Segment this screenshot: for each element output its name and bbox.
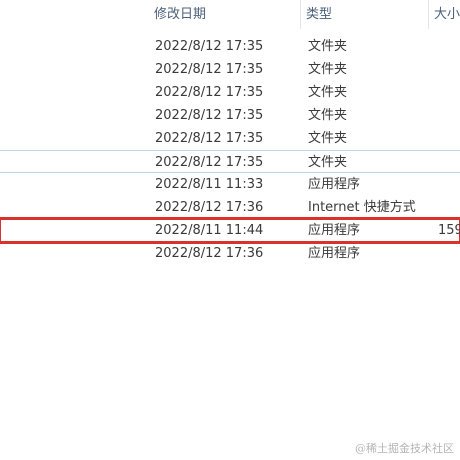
file-type: 文件夹	[308, 62, 348, 77]
file-explorer-details-view: 修改日期 类型 大小 2022/8/12 17:35 文件夹 2022/8/12…	[0, 0, 460, 460]
file-row-focused[interactable]: 2022/8/12 17:35 文件夹	[0, 150, 460, 173]
file-type: 文件夹	[308, 131, 348, 146]
file-row[interactable]: 2022/8/12 17:36 应用程序	[0, 242, 460, 265]
modified-date: 2022/8/12 17:35	[155, 131, 264, 146]
file-row[interactable]: 2022/8/12 17:35 文件夹	[0, 58, 460, 81]
file-type: 应用程序	[308, 177, 361, 192]
modified-date: 2022/8/12 17:35	[155, 39, 264, 54]
modified-date: 2022/8/12 17:35	[155, 85, 264, 100]
file-type: 文件夹	[308, 39, 348, 54]
file-row[interactable]: 2022/8/12 17:35 文件夹	[0, 81, 460, 104]
file-row[interactable]: 2022/8/12 17:35 文件夹	[0, 127, 460, 150]
modified-date: 2022/8/12 17:35	[155, 108, 264, 123]
modified-date: 2022/8/12 17:35	[155, 155, 264, 170]
column-header-modified[interactable]: 修改日期	[148, 0, 300, 29]
watermark: @稀土掘金技术社区	[355, 442, 454, 455]
file-type: 文件夹	[308, 155, 348, 170]
file-row[interactable]: 2022/8/11 11:33 应用程序	[0, 173, 460, 196]
file-type: 文件夹	[308, 108, 348, 123]
modified-date: 2022/8/11 11:33	[155, 177, 264, 192]
file-list: 2022/8/12 17:35 文件夹 2022/8/12 17:35 文件夹 …	[0, 35, 460, 265]
file-row-highlighted[interactable]: 2022/8/11 11:44 应用程序 159	[0, 217, 460, 244]
file-type: 应用程序	[308, 246, 361, 261]
column-header-type[interactable]: 类型	[300, 0, 428, 29]
column-header-bar: 修改日期 类型 大小	[0, 0, 460, 29]
file-type: Internet 快捷方式	[308, 200, 416, 215]
modified-date: 2022/8/11 11:44	[155, 223, 264, 238]
modified-date: 2022/8/12 17:36	[155, 200, 264, 215]
file-row[interactable]: 2022/8/12 17:35 文件夹	[0, 104, 460, 127]
file-row[interactable]: 2022/8/12 17:36 Internet 快捷方式	[0, 196, 460, 219]
file-row[interactable]: 2022/8/12 17:35 文件夹	[0, 35, 460, 58]
modified-date: 2022/8/12 17:36	[155, 246, 264, 261]
modified-date: 2022/8/12 17:35	[155, 62, 264, 77]
file-type: 应用程序	[308, 223, 361, 238]
column-header-size[interactable]: 大小	[428, 0, 460, 29]
file-type: 文件夹	[308, 85, 348, 100]
file-size: 159	[438, 223, 460, 238]
